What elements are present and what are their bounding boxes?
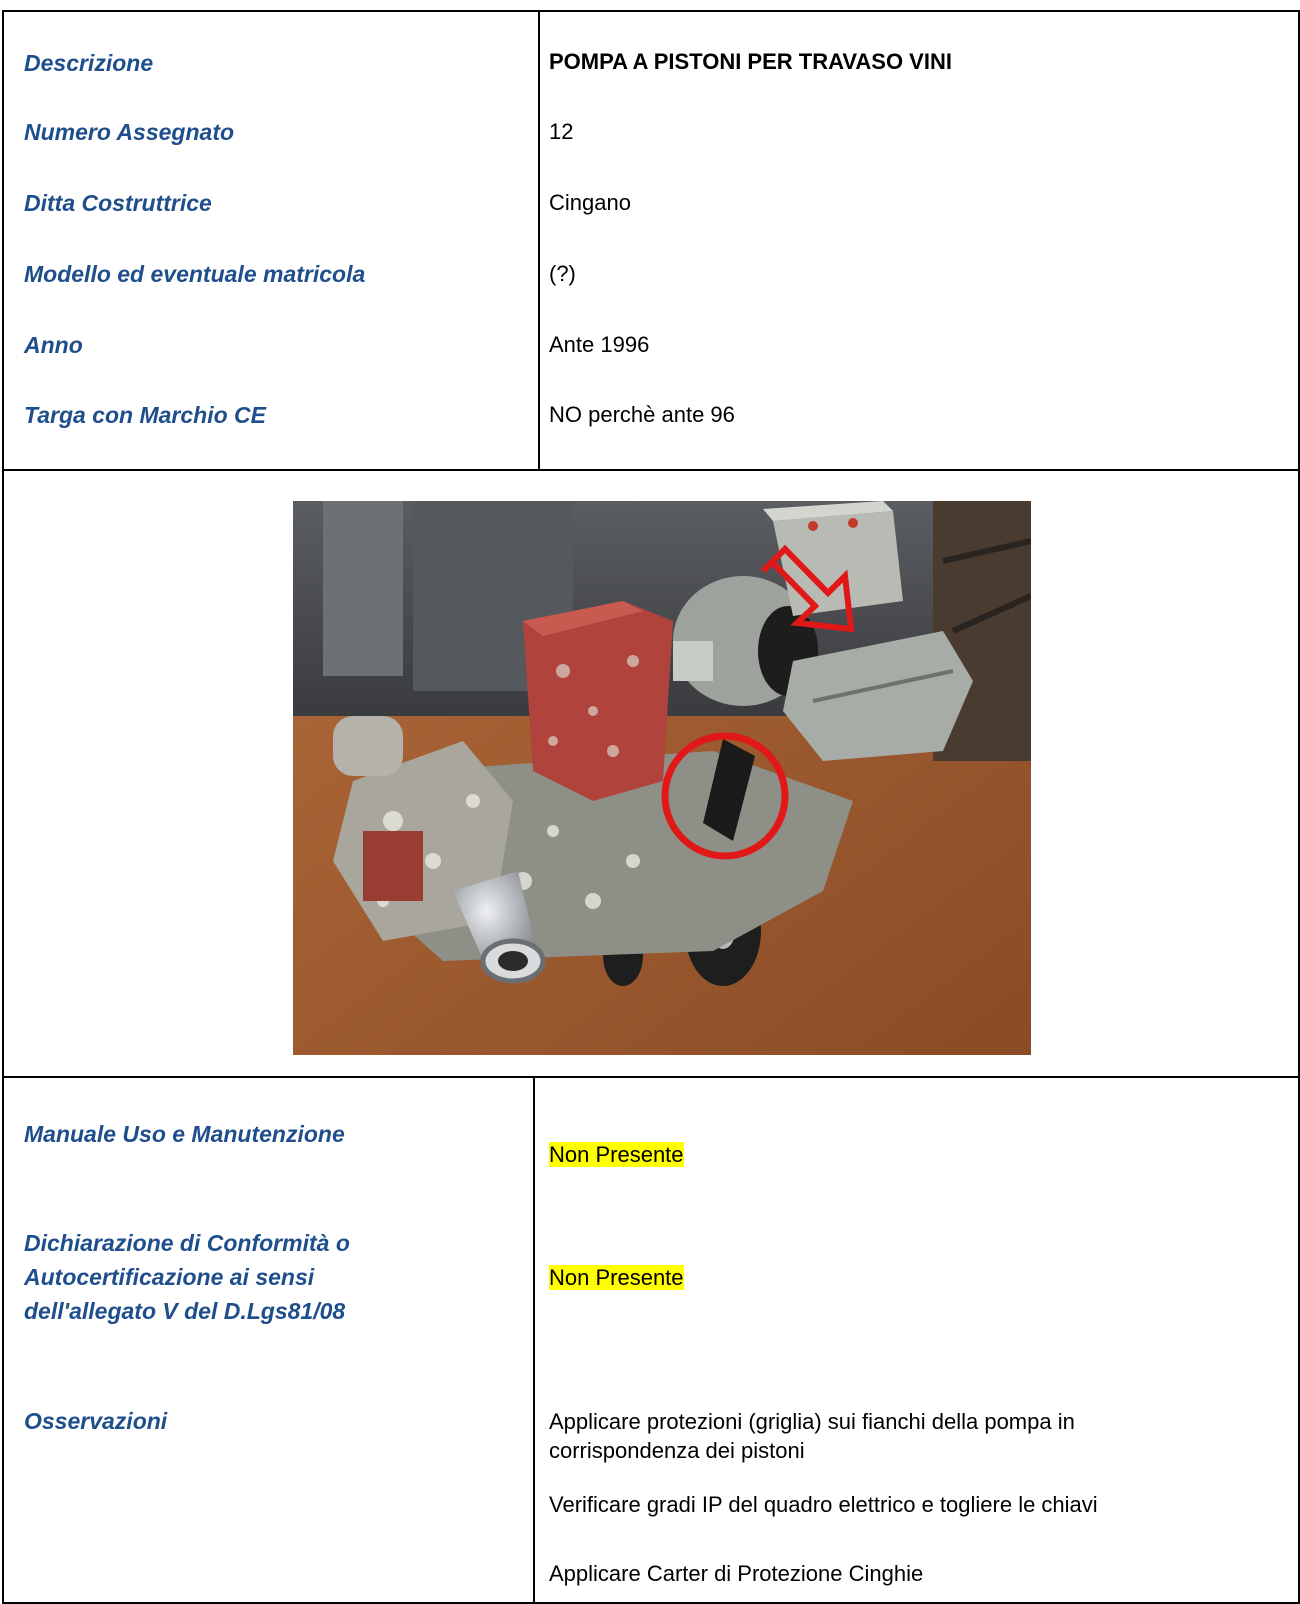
value-numero-assegnato: 12 (549, 119, 574, 144)
value-manuale: Non Presente (549, 1141, 684, 1169)
column-divider-top (538, 10, 540, 470)
value-modello: (?) (549, 261, 576, 286)
value-dichiarazione: Non Presente (549, 1264, 684, 1292)
label-osservazioni: Osservazioni (24, 1408, 168, 1434)
highlight-manuale: Non Presente (549, 1142, 684, 1167)
label-descrizione: Descrizione (24, 50, 154, 76)
label-dichiarazione-line-2: Autocertificazione ai sensi (24, 1264, 315, 1290)
label-ditta-costruttrice: Ditta Costruttrice (24, 190, 212, 216)
label-anno: Anno (24, 332, 83, 358)
column-divider-bottom (533, 1076, 535, 1604)
label-dichiarazione-line-1: Dichiarazione di Conformità o (24, 1230, 350, 1256)
row-divider-photo-bottom (2, 1076, 1300, 1078)
value-targa-ce: NO perchè ante 96 (549, 402, 735, 427)
label-dichiarazione-line-3: dell'allegato V del D.Lgs81/08 (24, 1298, 346, 1324)
value-descrizione: POMPA A PISTONI PER TRAVASO VINI (549, 49, 952, 74)
label-targa-ce: Targa con Marchio CE (24, 402, 266, 428)
label-manuale: Manuale Uso e Manutenzione (24, 1121, 345, 1147)
machine-photo (293, 501, 1031, 1055)
value-anno: Ante 1996 (549, 332, 650, 357)
highlight-dichiarazione: Non Presente (549, 1265, 684, 1290)
osservazione-1-line-2: corrispondenza dei pistoni (549, 1438, 805, 1463)
osservazione-2: Verificare gradi IP del quadro elettrico… (549, 1492, 1098, 1517)
osservazione-1-line-1: Applicare protezioni (griglia) sui fianc… (549, 1409, 1075, 1434)
row-divider-photo-top (2, 469, 1300, 471)
label-numero-assegnato: Numero Assegnato (24, 119, 235, 145)
osservazione-3: Applicare Carter di Protezione Cinghie (549, 1561, 924, 1586)
value-ditta-costruttrice: Cingano (549, 190, 631, 215)
label-modello: Modello ed eventuale matricola (24, 261, 366, 287)
